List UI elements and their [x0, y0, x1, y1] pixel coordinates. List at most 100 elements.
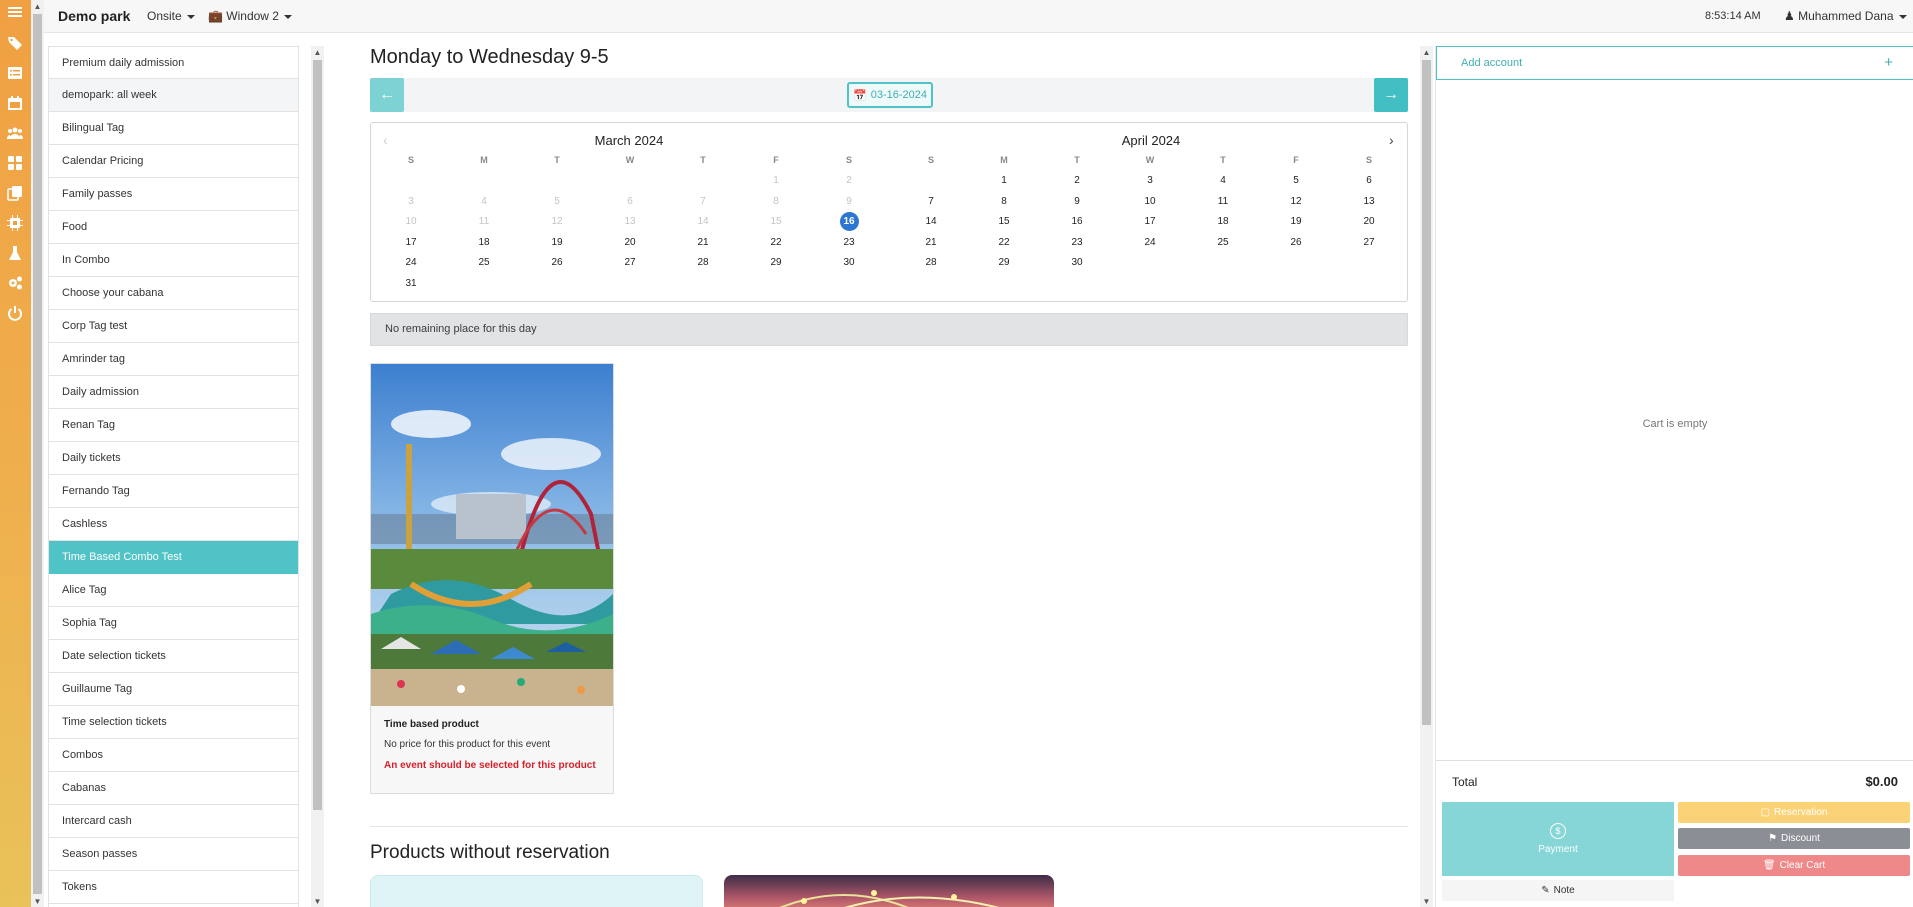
category-item[interactable]: Daily tickets	[49, 442, 298, 475]
calendar-day[interactable]: 27	[618, 257, 642, 268]
category-item[interactable]: Fernando Tag	[49, 475, 298, 508]
calendar-day[interactable]: 4	[1211, 175, 1235, 186]
chip-icon[interactable]	[5, 213, 25, 233]
calendar-day[interactable]: 5	[1284, 175, 1308, 186]
category-scrollbar[interactable]: ▲ ▼	[311, 46, 324, 907]
category-item[interactable]: Corp Tag test	[49, 310, 298, 343]
menu-icon[interactable]	[5, 2, 25, 22]
scroll-up-icon[interactable]: ▲	[311, 46, 324, 58]
category-item[interactable]: Tokens	[49, 871, 298, 904]
copy-icon[interactable]	[5, 183, 25, 203]
calendar-day[interactable]: 13	[1357, 196, 1381, 207]
category-item[interactable]: Cabanas	[49, 772, 298, 805]
calendar-day[interactable]: 30	[837, 257, 861, 268]
category-item[interactable]: Daily admission	[49, 376, 298, 409]
add-account-button[interactable]: Add account +	[1436, 46, 1913, 80]
calendar-day[interactable]: 19	[545, 237, 569, 248]
next-month-icon[interactable]: ›	[1389, 132, 1394, 148]
calendar-day[interactable]: 23	[1065, 237, 1089, 248]
calendar-day[interactable]: 16	[1065, 216, 1089, 227]
cogs-icon[interactable]	[5, 273, 25, 293]
category-item[interactable]: Season passes	[49, 838, 298, 871]
calendar-day[interactable]: 26	[1284, 237, 1308, 248]
page-left-scrollbar[interactable]: ▲ ▼	[31, 0, 44, 907]
payment-button[interactable]: $ Payment	[1442, 802, 1674, 876]
calendar-day[interactable]: 18	[472, 237, 496, 248]
category-item[interactable]: Amrinder tag	[49, 343, 298, 376]
calendar-day[interactable]: 6	[1357, 175, 1381, 186]
product-card[interactable]	[724, 875, 1054, 907]
calendar-day[interactable]: 17	[1138, 216, 1162, 227]
tags-icon[interactable]	[5, 33, 25, 53]
calendar-icon[interactable]	[5, 93, 25, 113]
category-item[interactable]: Calendar Pricing	[49, 145, 298, 178]
calendar-day[interactable]: 29	[764, 257, 788, 268]
category-item[interactable]: Date selection tickets	[49, 640, 298, 673]
list-icon[interactable]	[5, 63, 25, 83]
scrollbar-thumb[interactable]	[1422, 60, 1431, 725]
calendar-day[interactable]: 25	[1211, 237, 1235, 248]
calendar-day[interactable]: 26	[545, 257, 569, 268]
calendar-day[interactable]: 31	[399, 278, 423, 289]
category-item[interactable]: Family passes	[49, 178, 298, 211]
calendar-day[interactable]: 21	[691, 237, 715, 248]
note-button[interactable]: ✎ Note	[1442, 880, 1674, 901]
calendar-day[interactable]: 17	[399, 237, 423, 248]
scroll-down-icon[interactable]: ▼	[311, 895, 324, 907]
category-item[interactable]: demopark: all week	[49, 79, 298, 112]
calendar-day[interactable]: 3	[1138, 175, 1162, 186]
scroll-up-icon[interactable]: ▲	[1420, 46, 1433, 58]
category-item[interactable]: Premium daily admission	[49, 46, 298, 79]
power-icon[interactable]	[5, 303, 25, 323]
calendar-day[interactable]: 25	[472, 257, 496, 268]
product-card[interactable]	[370, 875, 703, 907]
product-card[interactable]: Time based product No price for this pro…	[370, 363, 614, 794]
calendar-day[interactable]: 7	[919, 196, 943, 207]
calendar-day[interactable]: 24	[399, 257, 423, 268]
category-item[interactable]: Combos	[49, 739, 298, 772]
flask-icon[interactable]	[5, 243, 25, 263]
mode-dropdown[interactable]: Onsite	[147, 9, 195, 23]
calendar-day[interactable]: 21	[919, 237, 943, 248]
scroll-up-icon[interactable]: ▲	[31, 0, 44, 12]
category-item[interactable]: Sophia Tag	[49, 607, 298, 640]
category-item[interactable]: Alice Tag	[49, 574, 298, 607]
calendar-day[interactable]: 22	[992, 237, 1016, 248]
user-menu[interactable]: ♟ Muhammed Dana	[1784, 9, 1907, 23]
category-item[interactable]: Renan Tag	[49, 409, 298, 442]
users-icon[interactable]	[5, 123, 25, 143]
calendar-day[interactable]: 15	[992, 216, 1016, 227]
calendar-day[interactable]: 11	[1211, 196, 1235, 207]
calendar-day[interactable]: 18	[1211, 216, 1235, 227]
calendar-day[interactable]: 1	[992, 175, 1016, 186]
calendar-day[interactable]: 27	[1357, 237, 1381, 248]
calendar-day-selected[interactable]: 16	[839, 212, 859, 231]
calendar-day[interactable]: 19	[1284, 216, 1308, 227]
previous-day-button[interactable]: ←	[370, 78, 404, 112]
window-dropdown[interactable]: 💼 Window 2	[208, 9, 292, 23]
category-item[interactable]: Guillaume Tag	[49, 673, 298, 706]
calendar-day[interactable]: 20	[1357, 216, 1381, 227]
calendar-day[interactable]: 22	[764, 237, 788, 248]
next-day-button[interactable]: →	[1374, 78, 1408, 112]
calendar-day[interactable]: 9	[1065, 196, 1089, 207]
calendar-day[interactable]: 28	[919, 257, 943, 268]
scrollbar-thumb[interactable]	[33, 14, 42, 894]
calendar-day[interactable]: 30	[1065, 257, 1089, 268]
calendar-day[interactable]: 12	[1284, 196, 1308, 207]
calendar-day[interactable]: 14	[919, 216, 943, 227]
calendar-day[interactable]: 23	[837, 237, 861, 248]
category-item[interactable]: In Combo	[49, 244, 298, 277]
calendar-day[interactable]: 29	[992, 257, 1016, 268]
scroll-down-icon[interactable]: ▼	[1420, 895, 1433, 907]
grid-icon[interactable]	[5, 153, 25, 173]
category-item[interactable]: Time Based Combo Test	[49, 541, 298, 574]
calendar-day[interactable]: 20	[618, 237, 642, 248]
calendar-day[interactable]: 2	[1065, 175, 1089, 186]
reservation-button[interactable]: ▢ Reservation	[1678, 802, 1910, 823]
prev-month-icon[interactable]: ‹	[383, 132, 388, 148]
category-item[interactable]: Food	[49, 211, 298, 244]
clear-cart-button[interactable]: 🗑 Clear Cart	[1678, 855, 1910, 876]
calendar-day[interactable]: 24	[1138, 237, 1162, 248]
main-scrollbar[interactable]: ▲ ▼	[1420, 46, 1433, 907]
